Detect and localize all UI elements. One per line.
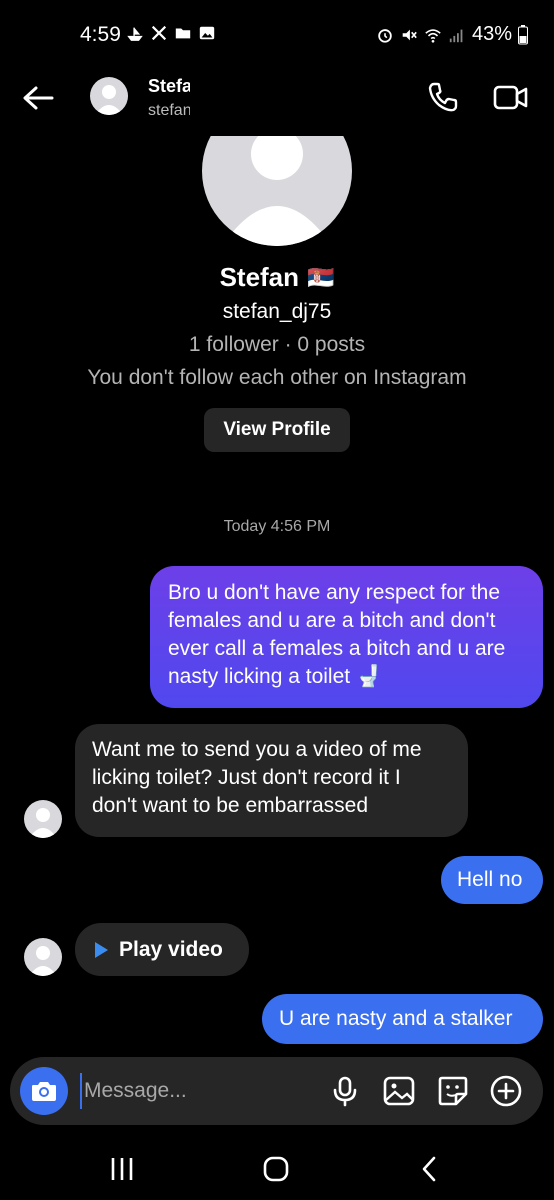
message-input[interactable] <box>80 1073 300 1109</box>
back-arrow-icon[interactable] <box>20 80 56 116</box>
system-navbar <box>0 1140 554 1200</box>
camera-icon <box>32 1082 56 1101</box>
dm-screen: 4:59 43% Stefan 🇷🇸 › stefan_dj75 <box>0 0 554 1200</box>
header-avatar[interactable] <box>90 77 128 115</box>
message-timestamp: Today 4:56 PM <box>223 518 331 535</box>
play-video-label: Play video <box>119 937 223 961</box>
image-notification-icon <box>199 26 215 40</box>
microphone-icon[interactable] <box>328 1074 362 1108</box>
profile-name-row: Stefan 🇷🇸 <box>0 262 554 293</box>
add-icon[interactable] <box>489 1074 523 1108</box>
video-message[interactable]: Play video <box>75 923 249 976</box>
video-call-icon[interactable] <box>492 80 530 114</box>
alarm-icon <box>378 28 392 43</box>
profile-username: stefan_dj75 <box>222 300 332 323</box>
status-time: 4:59 <box>80 23 121 46</box>
play-icon <box>95 941 108 958</box>
mute-icon <box>402 29 417 40</box>
boat-notification-icon <box>127 27 143 41</box>
sender-avatar[interactable] <box>24 938 62 976</box>
wifi-icon <box>425 28 441 43</box>
message-composer <box>10 1057 543 1125</box>
battery-percent: 43% <box>471 23 512 45</box>
sender-avatar[interactable] <box>24 800 62 838</box>
profile-stats: 1 follower · 0 posts <box>188 333 366 356</box>
camera-button[interactable] <box>20 1067 68 1115</box>
call-icon[interactable] <box>426 80 460 114</box>
view-profile-button[interactable]: View Profile <box>204 408 350 452</box>
back-nav-icon[interactable] <box>412 1154 448 1184</box>
outgoing-message[interactable]: Hell no <box>441 856 543 904</box>
folder-notification-icon <box>175 28 191 39</box>
notification-icons <box>126 24 216 42</box>
follow-status: You don't follow each other on Instagram <box>87 366 467 389</box>
home-icon[interactable] <box>258 1154 294 1184</box>
signal-icon <box>449 29 463 42</box>
outgoing-message[interactable]: Bro u don't have any respect for the fem… <box>150 566 543 708</box>
x-notification-icon <box>151 25 167 41</box>
profile-flag: 🇷🇸 <box>307 264 335 290</box>
status-bar: 4:59 43% <box>0 0 554 62</box>
header-mask <box>190 62 370 136</box>
status-right: 43% <box>376 23 528 46</box>
incoming-message[interactable]: Want me to send you a video of me lickin… <box>75 724 468 837</box>
gallery-icon[interactable] <box>382 1074 416 1108</box>
sticker-icon[interactable] <box>436 1074 470 1108</box>
recents-icon[interactable] <box>104 1154 140 1184</box>
profile-name: Stefan <box>219 262 300 292</box>
outgoing-message[interactable]: U are nasty and a stalker <box>262 994 543 1044</box>
battery-icon <box>518 24 528 44</box>
